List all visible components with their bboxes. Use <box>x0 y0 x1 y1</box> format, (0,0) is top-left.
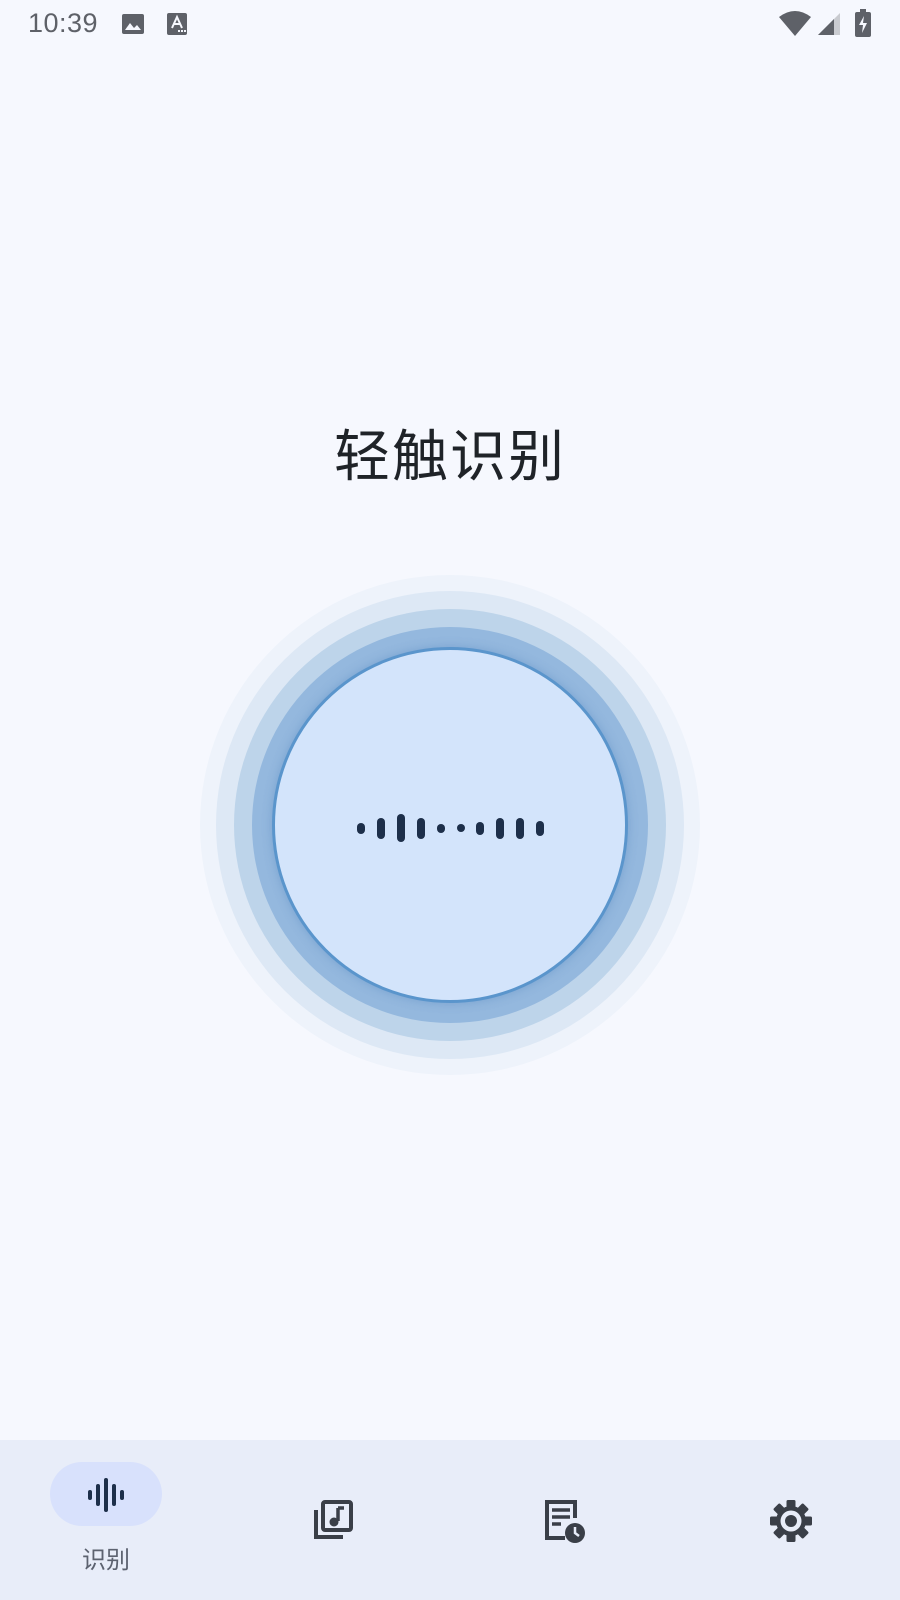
recognize-button-area <box>200 575 700 1075</box>
wifi-icon <box>778 11 812 41</box>
app-screen: 10:39 轻触识别 识别 <box>0 0 900 1600</box>
nav-item-settings[interactable] <box>675 1440 900 1600</box>
sound-wave-icon <box>353 810 553 850</box>
history-list-icon <box>543 1500 587 1548</box>
status-bar: 10:39 <box>0 0 900 50</box>
status-time: 10:39 <box>28 8 99 38</box>
gear-icon <box>770 1500 812 1546</box>
battery-charging-icon <box>855 9 871 41</box>
text-a-icon <box>167 12 189 40</box>
cellular-signal-icon <box>816 12 842 40</box>
image-icon <box>121 12 145 40</box>
nav-item-history[interactable] <box>450 1440 675 1600</box>
nav-item-recognize[interactable]: 识别 <box>0 1440 225 1600</box>
nav-item-music-library[interactable] <box>225 1440 450 1600</box>
music-library-icon <box>313 1500 353 1544</box>
tap-to-recognize-title: 轻触识别 <box>334 425 566 490</box>
sound-wave-icon <box>86 1478 126 1516</box>
recognize-button[interactable] <box>272 647 628 1003</box>
nav-label-recognize: 识别 <box>82 1546 130 1574</box>
bottom-navigation: 识别 <box>0 1440 900 1600</box>
